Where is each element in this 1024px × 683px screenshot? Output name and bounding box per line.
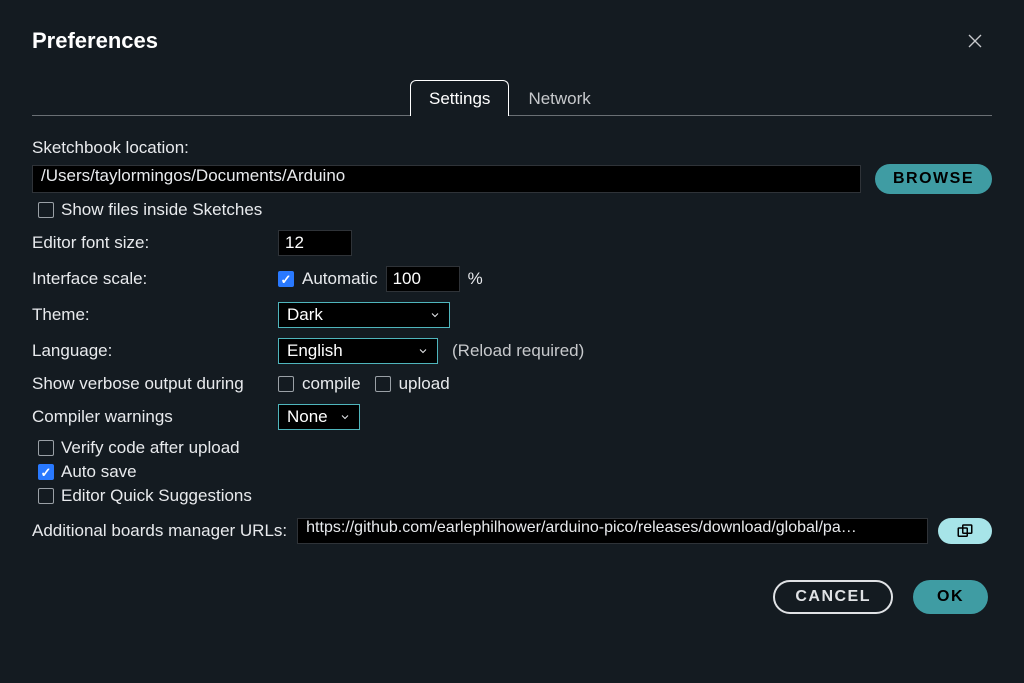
- interface-scale-input[interactable]: 100: [386, 266, 460, 292]
- browse-button[interactable]: BROWSE: [875, 164, 992, 194]
- verbose-compile-checkbox[interactable]: [278, 376, 294, 392]
- expand-urls-button[interactable]: [938, 518, 992, 544]
- autosave-label: Auto save: [61, 462, 137, 482]
- interface-scale-label: Interface scale:: [32, 269, 270, 289]
- tab-network[interactable]: Network: [509, 80, 609, 116]
- show-files-checkbox[interactable]: [38, 202, 54, 218]
- compiler-warnings-select[interactable]: None: [278, 404, 360, 430]
- interface-scale-suffix: %: [468, 269, 483, 289]
- cancel-button[interactable]: CANCEL: [773, 580, 893, 614]
- verbose-upload-checkbox[interactable]: [375, 376, 391, 392]
- theme-select-value: Dark: [287, 305, 323, 325]
- language-hint: (Reload required): [452, 341, 584, 361]
- chevron-down-icon: [417, 345, 429, 357]
- compiler-warnings-label: Compiler warnings: [32, 407, 270, 427]
- quick-suggestions-label: Editor Quick Suggestions: [61, 486, 252, 506]
- language-label: Language:: [32, 341, 270, 361]
- quick-suggestions-checkbox[interactable]: [38, 488, 54, 504]
- chevron-down-icon: [429, 309, 441, 321]
- font-size-input[interactable]: 12: [278, 230, 352, 256]
- sketchbook-location-input[interactable]: /Users/taylormingos/Documents/Arduino: [32, 165, 861, 193]
- verify-after-upload-checkbox[interactable]: [38, 440, 54, 456]
- verbose-compile-label: compile: [302, 374, 361, 394]
- font-size-label: Editor font size:: [32, 233, 270, 253]
- interface-scale-auto-checkbox[interactable]: [278, 271, 294, 287]
- boards-urls-label: Additional boards manager URLs:: [32, 521, 287, 541]
- language-select[interactable]: English: [278, 338, 438, 364]
- tabs-bar: Settings Network: [32, 80, 992, 116]
- new-window-icon: [956, 523, 974, 539]
- sketchbook-location-label: Sketchbook location:: [32, 138, 992, 158]
- chevron-down-icon: [339, 411, 351, 423]
- compiler-warnings-value: None: [287, 407, 328, 427]
- theme-select[interactable]: Dark: [278, 302, 450, 328]
- verbose-upload-label: upload: [399, 374, 450, 394]
- tab-label: Settings: [429, 89, 490, 109]
- tab-settings[interactable]: Settings: [410, 80, 509, 116]
- boards-urls-input[interactable]: https://github.com/earlephilhower/arduin…: [297, 518, 928, 544]
- ok-button[interactable]: OK: [913, 580, 988, 614]
- theme-label: Theme:: [32, 305, 270, 325]
- window-title: Preferences: [32, 28, 158, 54]
- language-select-value: English: [287, 341, 343, 361]
- interface-scale-auto-label: Automatic: [302, 269, 378, 289]
- show-files-label: Show files inside Sketches: [61, 200, 262, 220]
- autosave-checkbox[interactable]: [38, 464, 54, 480]
- tab-label: Network: [528, 89, 590, 109]
- verbose-label: Show verbose output during: [32, 374, 270, 394]
- close-icon[interactable]: [966, 32, 984, 50]
- verify-after-upload-label: Verify code after upload: [61, 438, 240, 458]
